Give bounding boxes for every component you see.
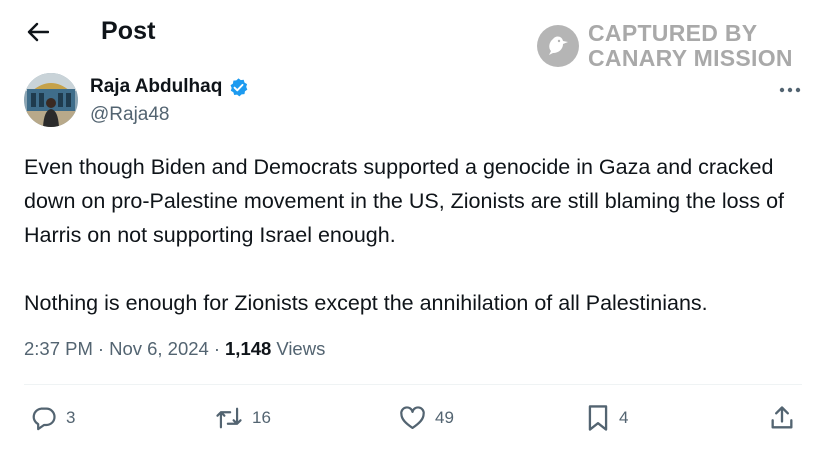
author-name-text: Raja Abdulhaq bbox=[90, 76, 223, 97]
post-body: Even though Biden and Democrats supporte… bbox=[24, 150, 814, 320]
arrow-left-icon bbox=[27, 22, 50, 47]
meta-separator: · bbox=[213, 338, 221, 359]
bookmark-icon bbox=[585, 403, 611, 433]
canary-logo-icon bbox=[537, 25, 579, 67]
watermark: CAPTURED BY CANARY MISSION bbox=[537, 20, 793, 72]
page-title: Post bbox=[101, 17, 156, 45]
author-name[interactable]: Raja Abdulhaq bbox=[90, 76, 249, 98]
repost-button[interactable]: 16 bbox=[214, 400, 271, 436]
post-paragraph: Nothing is enough for Zionists except th… bbox=[24, 291, 708, 315]
heart-icon bbox=[398, 404, 427, 432]
watermark-text: CAPTURED BY CANARY MISSION bbox=[588, 21, 793, 71]
share-button[interactable] bbox=[768, 400, 796, 436]
action-bar: 3 16 49 4 bbox=[0, 400, 824, 436]
post-meta: 2:37 PM · Nov 6, 2024 · 1,148 Views bbox=[24, 338, 325, 360]
post-date[interactable]: Nov 6, 2024 bbox=[109, 338, 209, 360]
views-label: Views bbox=[276, 338, 326, 359]
views-count[interactable]: 1,148 bbox=[225, 338, 271, 360]
author-handle[interactable]: @Raja48 bbox=[90, 104, 170, 126]
share-icon bbox=[768, 404, 796, 432]
bookmark-button[interactable]: 4 bbox=[585, 400, 628, 436]
divider bbox=[24, 384, 802, 385]
watermark-line-2: CANARY MISSION bbox=[588, 45, 793, 71]
more-options-button[interactable] bbox=[776, 78, 804, 100]
repost-icon bbox=[214, 404, 244, 432]
reply-count: 3 bbox=[66, 408, 76, 427]
back-button[interactable] bbox=[24, 20, 52, 48]
repost-count: 16 bbox=[252, 408, 271, 427]
bookmark-count: 4 bbox=[619, 408, 629, 427]
meta-separator: · bbox=[97, 338, 105, 359]
reply-icon bbox=[30, 404, 58, 432]
reply-button[interactable]: 3 bbox=[30, 400, 75, 436]
like-count: 49 bbox=[435, 408, 454, 427]
post-time[interactable]: 2:37 PM bbox=[24, 338, 93, 360]
like-button[interactable]: 49 bbox=[398, 400, 454, 436]
watermark-line-1: CAPTURED BY bbox=[588, 20, 758, 46]
post-paragraph: Even though Biden and Democrats supporte… bbox=[24, 155, 785, 247]
more-dots-icon bbox=[779, 80, 801, 98]
avatar[interactable] bbox=[24, 73, 78, 127]
verified-badge-icon bbox=[228, 77, 249, 98]
